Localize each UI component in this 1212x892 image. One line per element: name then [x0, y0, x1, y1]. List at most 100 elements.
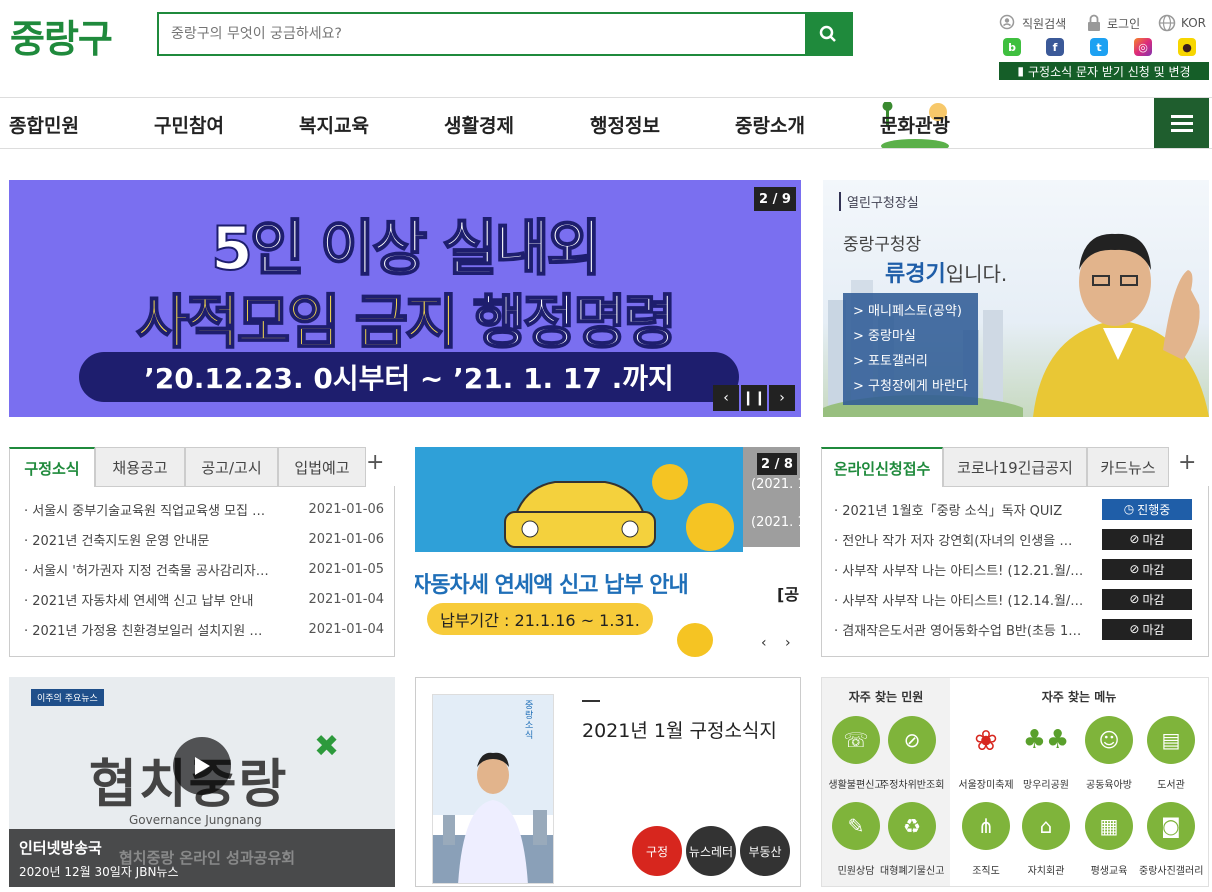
nav-item-culture[interactable]: 문화관광 — [880, 111, 950, 138]
tab-cardnews[interactable]: 카드뉴스 — [1087, 447, 1169, 487]
login-link[interactable]: 로그인 — [1086, 14, 1140, 32]
magazine-cover[interactable]: 중랑 소식 — [432, 694, 554, 884]
childcare-icon[interactable]: ☺ — [1085, 716, 1133, 764]
list-item[interactable]: · 서울시 중부기술교육원 직업교육생 모집 … 2021-01-06 — [24, 494, 384, 524]
phone-icon[interactable]: ☏ — [832, 716, 880, 764]
tab-covid[interactable]: 코로나19긴급공지 — [943, 447, 1087, 487]
main-banner[interactable]: 5인 이상 실내외 사적모임 금지 행정명령 ’20.12.23. 0시부터 ~… — [9, 180, 801, 417]
tab-notice[interactable]: 공고/고시 — [185, 447, 278, 487]
person-search-icon — [999, 14, 1015, 30]
blog-icon[interactable]: b — [1003, 38, 1021, 56]
quick-label: 서울장미축제 — [958, 780, 1014, 791]
tab-online[interactable]: 온라인신청접수 — [821, 447, 943, 487]
play-button[interactable] — [173, 737, 231, 795]
nav-item-about[interactable]: 중랑소개 — [735, 111, 805, 138]
quick-left-title: 자주 찾는 민원 — [848, 690, 924, 704]
tab-news[interactable]: 구정소식 — [9, 447, 95, 487]
lock-icon — [1088, 14, 1100, 31]
nav-item-welfare[interactable]: 복지교육 — [299, 111, 369, 138]
quick-menu-panel: 자주 찾는 민원 자주 찾는 메뉴 ☏ 생활불편신고 ⊘ 주정차위반조회 ✎ 민… — [821, 677, 1209, 887]
list-item[interactable]: · 서울시 '허가권자 지정 건축물 공사감리자… 2021-01-05 — [24, 554, 384, 584]
mayor-links: > 매니페스토(공약) > 중랑마실 > 포토갤러리 > 구청장에게 바란다 — [843, 293, 978, 405]
mayor-link-masil[interactable]: > 중랑마실 — [853, 324, 968, 349]
mayor-link-suggest[interactable]: > 구청장에게 바란다 — [853, 374, 968, 399]
mayor-link-gallery[interactable]: > 포토갤러리 — [853, 349, 968, 374]
banner-prev-button[interactable]: ‹ — [713, 385, 739, 411]
nav-item-admin[interactable]: 행정정보 — [590, 111, 660, 138]
nav-item-civil[interactable]: 종합민원 — [9, 111, 79, 138]
facebook-icon[interactable]: f — [1046, 38, 1064, 56]
quick-label: 중랑사진갤러리 — [1139, 866, 1204, 877]
login-label: 로그인 — [1107, 16, 1141, 31]
quick-label: 생활불편신고 — [828, 780, 884, 791]
status-badge: ⊘ 마감 — [1102, 528, 1192, 550]
list-item[interactable]: · 사부작 사부작 나는 아티스트! (12.14.월/… ⊘ 마감 — [834, 584, 1192, 614]
staff-search-link[interactable]: 직원검색 — [999, 14, 1066, 32]
video-caption-title: 인터넷방송국 — [19, 839, 102, 857]
coin-decoration — [677, 623, 713, 657]
tab-recruit[interactable]: 채용공고 — [95, 447, 185, 487]
mayor-link-manifesto[interactable]: > 매니페스토(공약) — [853, 299, 968, 324]
document-pen-icon[interactable]: ✎ — [832, 802, 880, 850]
no-parking-icon[interactable]: ⊘ — [888, 716, 936, 764]
mayor-name: 류경기 — [885, 262, 946, 287]
promo-title: 자동차세 연세액 신고 납부 안내 — [415, 573, 689, 598]
recycle-icon[interactable]: ♻ — [888, 802, 936, 850]
hamburger-menu-button[interactable] — [1154, 98, 1209, 148]
building-icon[interactable]: ▦ — [1085, 802, 1133, 850]
magazine-tab-newsletter[interactable]: 뉴스레터 — [686, 826, 736, 876]
magazine-panel[interactable]: 중랑 소식 2021년 1월 구정소식지 구정 뉴스레터 부동산 — [415, 677, 801, 887]
org-chart-icon[interactable]: ⋔ — [962, 802, 1010, 850]
magazine-tab-gujeong[interactable]: 구정 — [632, 826, 682, 876]
language-label: KOR — [1181, 16, 1206, 30]
kakao-icon[interactable]: ● — [1178, 38, 1196, 56]
video-sub-text: Governance Jungnang — [129, 813, 262, 827]
magazine-tab-realestate[interactable]: 부동산 — [740, 826, 790, 876]
sms-subscribe-button[interactable]: ▮ 구정소식 문자 받기 신청 및 변경 — [999, 62, 1209, 80]
cross-logo-icon: ✖ — [314, 729, 340, 764]
news-more-icon[interactable]: + — [366, 450, 384, 475]
quick-label: 대형폐기물신고 — [880, 866, 945, 877]
list-item[interactable]: · 2021년 자동차세 연세액 신고 납부 안내 2021-01-04 — [24, 584, 384, 614]
globe-icon — [1158, 14, 1176, 32]
banner-next-button[interactable]: › — [769, 385, 795, 411]
tab-legislation[interactable]: 입법예고 — [278, 447, 366, 487]
news-list: · 서울시 중부기술교육원 직업교육생 모집 … 2021-01-06 · 202… — [9, 486, 395, 657]
promo-prev-button[interactable]: ‹ — [761, 635, 767, 651]
banner-pause-button[interactable]: ❙❙ — [741, 385, 767, 411]
twitter-icon[interactable]: t — [1090, 38, 1108, 56]
online-more-icon[interactable]: + — [1178, 450, 1196, 475]
video-panel[interactable]: 이주의 주요뉴스 협치중랑 ✖ Governance Jungnang 인터넷방… — [9, 677, 395, 887]
search-input[interactable] — [159, 14, 805, 54]
site-logo[interactable]: 중랑구 — [10, 8, 113, 63]
title-dash — [582, 700, 600, 702]
sms-subscribe-label: 구정소식 문자 받기 신청 및 변경 — [1028, 64, 1191, 79]
house-icon[interactable]: ⌂ — [1022, 802, 1070, 850]
search-icon — [819, 25, 836, 42]
list-item[interactable]: · 2021년 가정용 친환경보일러 설치지원 … 2021-01-04 — [24, 614, 384, 644]
list-item[interactable]: · 전안나 작가 저자 강연회(자녀의 인생을 … ⊘ 마감 — [834, 524, 1192, 554]
staff-search-label: 직원검색 — [1022, 16, 1067, 31]
promo-next-slide: (2021. 1. (2021. 1. [공 — [743, 447, 800, 657]
trees-icon[interactable]: ♣♣ — [1022, 716, 1070, 764]
promo-next-button[interactable]: › — [785, 635, 791, 651]
rose-icon[interactable]: ❀ — [962, 716, 1010, 764]
quick-label: 조직도 — [972, 866, 1000, 877]
book-open-icon[interactable]: ▤ — [1147, 716, 1195, 764]
list-item[interactable]: · 겸재작은도서관 영어동화수업 B반(초등 1… ⊘ 마감 — [834, 614, 1192, 644]
language-link[interactable]: KOR — [1158, 14, 1206, 32]
promo-period: 납부기간 : 21.1.16 ~ 1.31. — [427, 603, 653, 635]
instagram-icon[interactable]: ◎ — [1134, 38, 1152, 56]
video-caption-date: 2020년 12월 30일자 JBN뉴스 — [19, 865, 179, 879]
list-item[interactable]: · 2021년 건축지도원 운영 안내문 2021-01-06 — [24, 524, 384, 554]
search-bar — [157, 12, 853, 56]
camera-icon[interactable]: ◙ — [1147, 802, 1195, 850]
list-item[interactable]: · 사부작 사부작 나는 아티스트! (12.21.월/… ⊘ 마감 — [834, 554, 1192, 584]
quick-label: 도서관 — [1157, 780, 1185, 791]
search-button[interactable] — [805, 14, 851, 54]
quick-right-title: 자주 찾는 메뉴 — [1041, 690, 1117, 704]
nav-item-economy[interactable]: 생활경제 — [444, 111, 514, 138]
promo-banner[interactable]: 자동차세 연세액 신고 납부 안내 납부기간 : 21.1.16 ~ 1.31.… — [415, 447, 800, 657]
nav-item-participation[interactable]: 구민참여 — [154, 111, 224, 138]
list-item[interactable]: · 2021년 1월호「중랑 소식」독자 QUIZ ◷ 진행중 — [834, 494, 1192, 524]
